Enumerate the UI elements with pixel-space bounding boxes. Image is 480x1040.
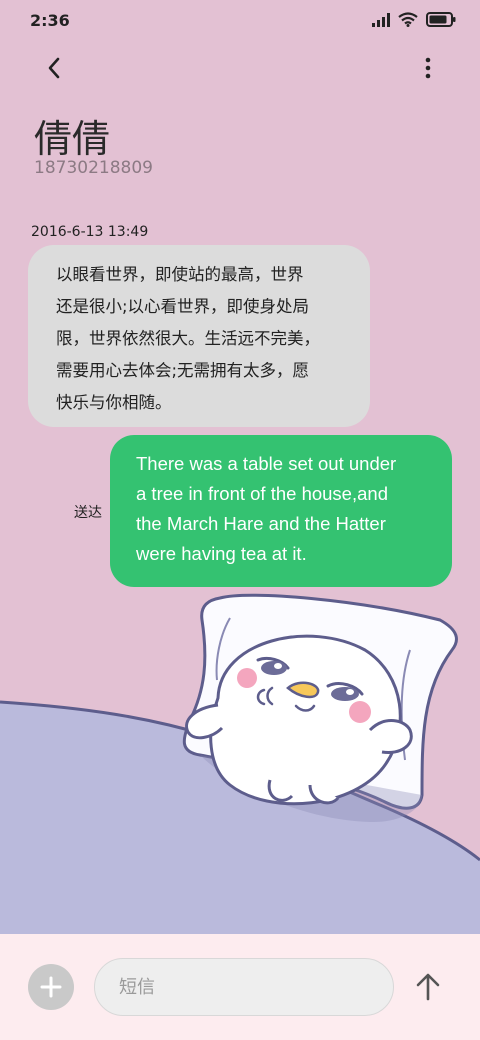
delivery-status: 送达 — [74, 505, 102, 521]
status-time: 2:36 — [30, 11, 70, 30]
contact-number: 18730218809 — [34, 158, 153, 178]
plus-icon — [40, 976, 62, 998]
signal-icon — [372, 12, 390, 27]
send-button[interactable] — [410, 968, 446, 1006]
wifi-icon — [398, 12, 418, 27]
message-timestamp: 2016-6-13 13:49 — [31, 224, 149, 240]
message-input[interactable] — [94, 958, 394, 1016]
more-vertical-icon — [425, 57, 431, 79]
status-bar: 2:36 — [0, 0, 480, 40]
outgoing-message-bubble[interactable]: There was a table set out under a tree i… — [110, 435, 452, 587]
status-icons — [372, 12, 456, 27]
arrow-up-icon — [416, 973, 440, 1001]
outgoing-message-text: There was a table set out under a tree i… — [136, 453, 397, 564]
chevron-left-icon — [48, 57, 60, 79]
back-button[interactable] — [36, 50, 72, 86]
wallpaper-sticker — [182, 593, 458, 823]
battery-icon — [426, 12, 456, 27]
add-attachment-button[interactable] — [28, 964, 74, 1010]
composer-bar — [0, 934, 480, 1040]
contact-name: 倩倩 — [34, 117, 111, 161]
top-bar — [0, 48, 480, 92]
incoming-message-bubble[interactable]: 以眼看世界，即使站的最高，世界 还是很小;以心看世界，即使身处局 限，世界依然很… — [28, 245, 370, 427]
more-options-button[interactable] — [416, 50, 440, 86]
incoming-message-text: 以眼看世界，即使站的最高，世界 还是很小;以心看世界，即使身处局 限，世界依然很… — [56, 265, 320, 412]
